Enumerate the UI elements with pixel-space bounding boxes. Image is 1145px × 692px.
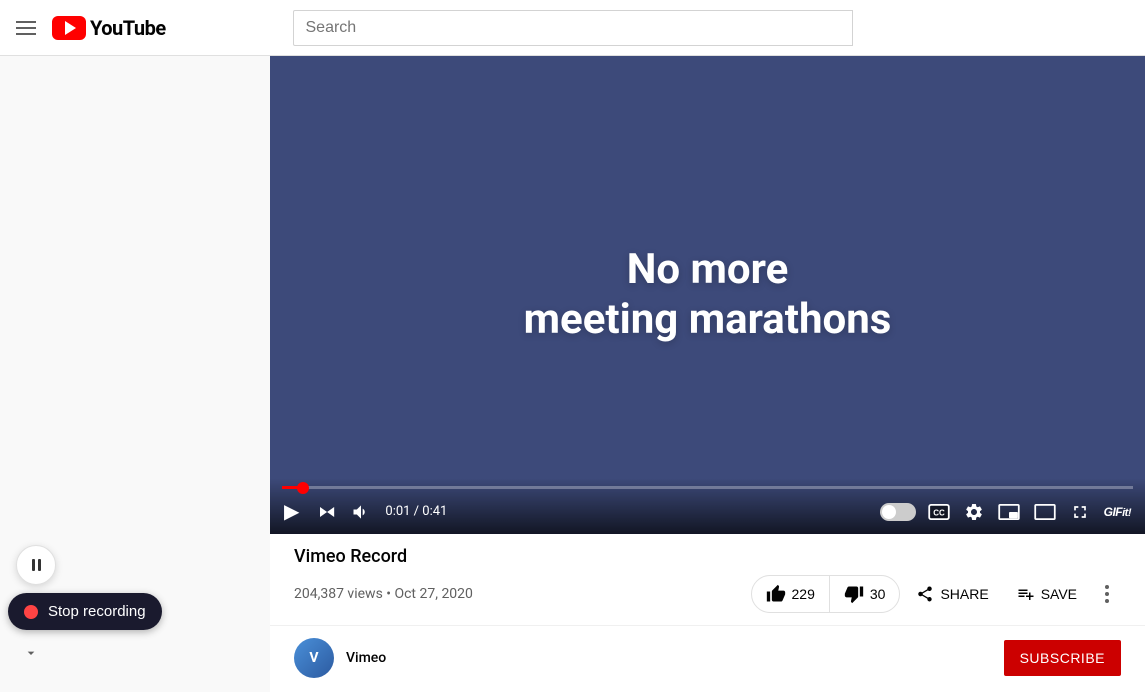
header-left: YouTube: [16, 16, 166, 40]
pause-icon: [32, 559, 41, 571]
content-area: No more meeting marathons ▶: [270, 56, 1145, 692]
controls-right: CC: [880, 500, 1133, 524]
progress-bar[interactable]: [282, 486, 1133, 489]
channel-row: V Vimeo SUBSCRIBE: [270, 625, 1145, 690]
subscribe-button[interactable]: SUBSCRIBE: [1004, 640, 1121, 676]
video-title-line1: No more: [627, 245, 789, 294]
three-dots-icon: [1105, 585, 1109, 603]
save-button[interactable]: SAVE: [1005, 577, 1089, 611]
video-meta-row: 204,387 views • Oct 27, 2020 229: [294, 575, 1121, 613]
video-title-line2: meeting marathons: [524, 295, 892, 344]
search-bar: [293, 10, 853, 46]
search-input[interactable]: [293, 10, 853, 46]
rec-indicator: [24, 605, 38, 619]
channel-info: Vimeo: [346, 650, 992, 666]
like-count: 229: [792, 586, 815, 602]
share-button[interactable]: SHARE: [904, 577, 1000, 611]
video-actions: 229 30 SHARE: [751, 575, 1121, 613]
video-controls: ▶ 0:01 / 0:41: [270, 478, 1145, 534]
pause-recording-button[interactable]: [16, 545, 56, 585]
controls-left: ▶ 0:01 / 0:41: [282, 497, 447, 526]
controls-row: ▶ 0:01 / 0:41: [282, 497, 1133, 526]
recording-overlay: Stop recording: [0, 537, 170, 676]
more-actions-button[interactable]: [1093, 577, 1121, 611]
video-meta-left: 204,387 views • Oct 27, 2020: [294, 586, 473, 602]
toggle-switch[interactable]: [880, 503, 916, 521]
youtube-logo[interactable]: YouTube: [52, 16, 166, 40]
main-layout: No more meeting marathons ▶: [0, 56, 1145, 692]
stop-recording-button[interactable]: Stop recording: [8, 593, 162, 630]
skip-button[interactable]: [313, 500, 337, 524]
like-dislike-section: 229 30: [751, 575, 901, 613]
progress-fill: [282, 486, 303, 489]
cc-button[interactable]: CC: [926, 502, 952, 522]
channel-name: Vimeo: [346, 650, 992, 666]
save-label: SAVE: [1041, 586, 1077, 602]
miniplayer-button[interactable]: [996, 502, 1022, 522]
hamburger-menu[interactable]: [16, 21, 36, 35]
play-button[interactable]: ▶: [282, 497, 301, 526]
fullscreen-button[interactable]: [1068, 500, 1092, 524]
youtube-icon: [52, 16, 86, 40]
toggle-knob: [882, 505, 896, 519]
volume-button[interactable]: [349, 500, 373, 524]
share-label: SHARE: [940, 586, 988, 602]
video-title: Vimeo Record: [294, 546, 1121, 567]
youtube-play-icon: [65, 21, 76, 35]
youtube-text: YouTube: [90, 16, 166, 40]
time-display: 0:01 / 0:41: [385, 504, 447, 519]
header: YouTube: [0, 0, 1145, 56]
theater-button[interactable]: [1032, 502, 1058, 522]
dislike-count: 30: [870, 586, 886, 602]
stop-recording-label: Stop recording: [48, 603, 146, 620]
gif-button[interactable]: GIFit!: [1102, 503, 1133, 521]
svg-text:CC: CC: [933, 508, 945, 517]
dislike-button[interactable]: 30: [830, 576, 900, 612]
channel-avatar: V: [294, 638, 334, 678]
like-button[interactable]: 229: [752, 576, 830, 612]
video-overlay-text: No more meeting marathons: [524, 245, 892, 346]
video-info: Vimeo Record 204,387 views • Oct 27, 202…: [270, 534, 1145, 625]
video-player[interactable]: No more meeting marathons ▶: [270, 56, 1145, 534]
settings-button[interactable]: [962, 500, 986, 524]
progress-dot: [297, 482, 309, 494]
collapse-recording-button[interactable]: [16, 638, 46, 668]
